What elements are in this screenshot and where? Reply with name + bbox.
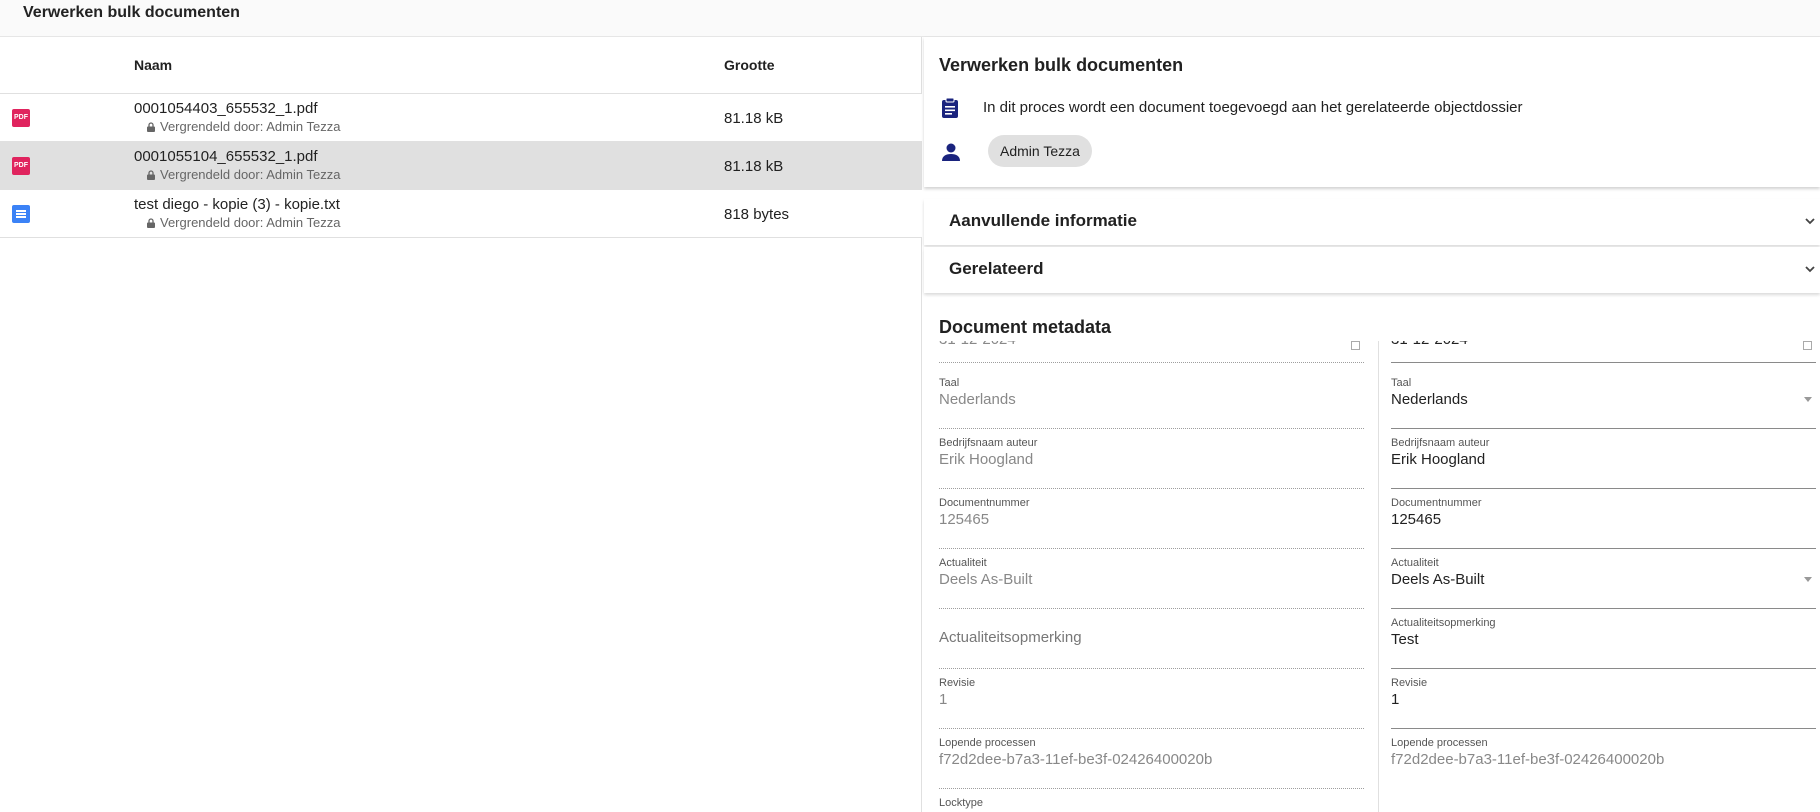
pdf-file-icon: PDF [12, 109, 30, 127]
table-row[interactable]: PDF 0001054403_655532_1.pdf Vergrendeld … [0, 94, 922, 142]
file-table: Naam Grootte PDF 0001054403_655532_1.pdf… [0, 37, 922, 812]
calendar-icon[interactable] [1803, 341, 1812, 350]
field-label: Documentnummer [1391, 497, 1482, 509]
field-label: Revisie [939, 677, 976, 689]
lopende-processen-field: Lopende processen f72d2dee-b7a3-11ef-be3… [1391, 737, 1816, 789]
revisie-field-readonly: Revisie 1 [939, 677, 1364, 729]
revisie-input[interactable]: Revisie 1 [1391, 677, 1816, 729]
field-value: Nederlands [939, 391, 1016, 408]
table-row[interactable]: test diego - kopie (3) - kopie.txt Vergr… [0, 190, 922, 238]
file-size: 81.18 kB [724, 158, 784, 175]
field-label: Bedrijfsnaam auteur [1391, 437, 1490, 449]
person-icon [942, 143, 960, 161]
actualiteitsopmerking-field-readonly: Actualiteitsopmerking [939, 617, 1364, 669]
column-header-name[interactable]: Naam [134, 57, 172, 73]
pdf-file-icon: PDF [12, 157, 30, 175]
column-divider [1378, 341, 1379, 812]
table-header: Naam Grootte [0, 37, 922, 94]
dropdown-caret-icon [1804, 397, 1812, 402]
clipboard-icon [942, 97, 958, 118]
lopende-processen-field-readonly: Lopende processen f72d2dee-b7a3-11ef-be3… [939, 737, 1364, 789]
actualiteitsopmerking-input[interactable]: Actualiteitsopmerking Test [1391, 617, 1816, 669]
process-title: Verwerken bulk documenten [939, 55, 1184, 75]
actualiteit-select[interactable]: Actualiteit Deels As-Built [1391, 557, 1816, 609]
bedrijfsnaam-field-readonly: Bedrijfsnaam auteur Erik Hoogland [939, 437, 1364, 489]
taal-field-readonly: Taal Nederlands [939, 377, 1364, 429]
chevron-down-icon [1805, 218, 1815, 225]
lock-icon [147, 122, 155, 132]
field-label: Actualiteitsopmerking [1391, 617, 1496, 629]
field-value: Erik Hoogland [939, 451, 1034, 468]
field-label: Actualiteit [1391, 557, 1439, 569]
file-name: 0001054403_655532_1.pdf [134, 100, 318, 117]
accordion-title: Aanvullende informatie [949, 211, 1137, 230]
column-header-size[interactable]: Grootte [724, 57, 775, 73]
process-description: In dit proces wordt een document toegevo… [983, 99, 1523, 116]
field-label: Bedrijfsnaam auteur [939, 437, 1038, 449]
field-placeholder: Actualiteitsopmerking [939, 629, 1082, 646]
field-value: Deels As-Built [939, 571, 1033, 588]
field-label: Locktype [939, 797, 984, 809]
process-card: Verwerken bulk documenten In dit proces … [924, 37, 1820, 187]
field-label: Actualiteit [939, 557, 987, 569]
taal-select[interactable]: Taal Nederlands [1391, 377, 1816, 429]
metadata-form: 31-12-2024 Taal Nederlands Bedrijfsnaam … [924, 341, 1820, 812]
accordion-aanvullende-informatie[interactable]: Aanvullende informatie [924, 199, 1820, 245]
date-field-readonly: 31-12-2024 [939, 341, 1364, 363]
field-value: 31-12-2024 [939, 341, 1016, 348]
chevron-down-icon [1805, 266, 1815, 273]
field-value: 125465 [1391, 511, 1442, 528]
documentnummer-input[interactable]: Documentnummer 125465 [1391, 497, 1816, 549]
field-value: f72d2dee-b7a3-11ef-be3f-02426400020b [1391, 751, 1665, 768]
accordion-title: Gerelateerd [949, 259, 1044, 278]
locktype-field-readonly: Locktype [939, 797, 1364, 812]
table-row[interactable]: PDF 0001055104_655532_1.pdf Vergrendeld … [0, 142, 922, 190]
detail-panel: Verwerken bulk documenten In dit proces … [924, 37, 1820, 812]
lock-icon [147, 218, 155, 228]
date-field[interactable]: 31-12-2024 [1391, 341, 1816, 363]
lock-icon [147, 170, 155, 180]
locked-by-label: Vergrendeld door: Admin Tezza [160, 119, 341, 134]
field-label: Taal [1391, 377, 1412, 389]
top-bar: Verwerken bulk documenten [0, 0, 1820, 37]
file-name: test diego - kopie (3) - kopie.txt [134, 196, 340, 213]
field-value: 125465 [939, 511, 990, 528]
calendar-icon [1351, 341, 1360, 350]
field-value: f72d2dee-b7a3-11ef-be3f-02426400020b [939, 751, 1213, 768]
file-size: 818 bytes [724, 206, 790, 223]
field-value: 1 [1391, 691, 1400, 708]
field-value: Erik Hoogland [1391, 451, 1486, 468]
field-value: Nederlands [1391, 391, 1468, 408]
locked-by-label: Vergrendeld door: Admin Tezza [160, 167, 341, 182]
user-chip[interactable]: Admin Tezza [988, 135, 1092, 167]
accordion-gerelateerd[interactable]: Gerelateerd [924, 247, 1820, 293]
field-value: 31-12-2024 [1391, 341, 1468, 348]
dropdown-caret-icon [1804, 577, 1812, 582]
field-value: 1 [939, 691, 948, 708]
field-label: Lopende processen [1391, 737, 1488, 749]
documentnummer-field-readonly: Documentnummer 125465 [939, 497, 1364, 549]
actualiteit-field-readonly: Actualiteit Deels As-Built [939, 557, 1364, 609]
field-label: Revisie [1391, 677, 1428, 689]
locked-by-label: Vergrendeld door: Admin Tezza [160, 215, 341, 230]
text-file-icon [12, 205, 30, 223]
field-value: Deels As-Built [1391, 571, 1485, 588]
field-label: Documentnummer [939, 497, 1030, 509]
metadata-title: Document metadata [939, 317, 1112, 337]
field-label: Taal [939, 377, 960, 389]
file-size: 81.18 kB [724, 110, 784, 127]
file-name: 0001055104_655532_1.pdf [134, 148, 318, 165]
bedrijfsnaam-input[interactable]: Bedrijfsnaam auteur Erik Hoogland [1391, 437, 1816, 489]
field-value: Test [1391, 631, 1419, 648]
field-label: Lopende processen [939, 737, 1036, 749]
page-title: Verwerken bulk documenten [23, 4, 240, 21]
